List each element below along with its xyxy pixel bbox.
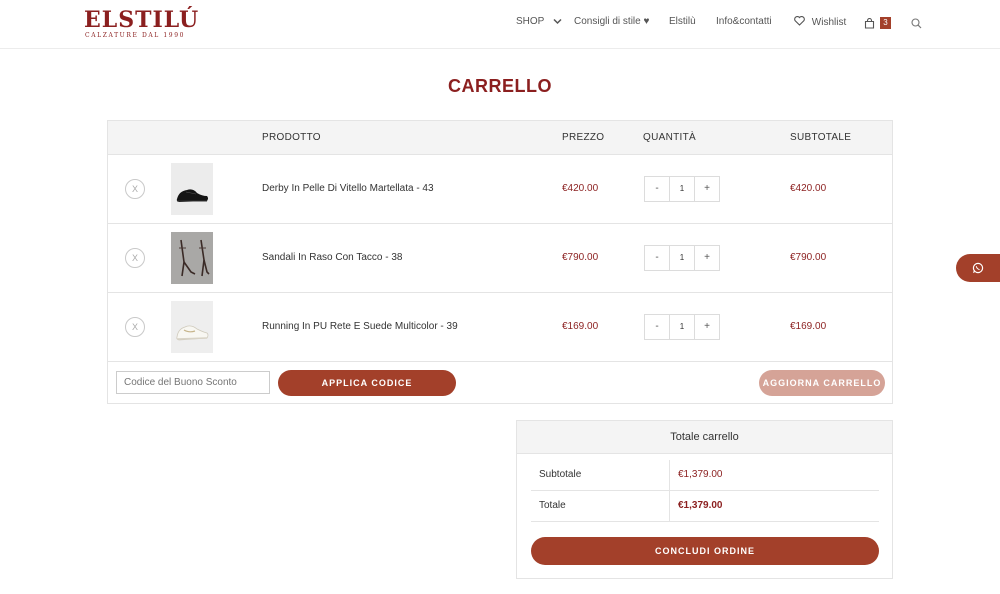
search-button[interactable] bbox=[911, 16, 923, 29]
nav-wishlist-label: Wishlist bbox=[811, 17, 847, 28]
remove-item-button[interactable]: X bbox=[125, 248, 145, 268]
line-subtotal: €169.00 bbox=[790, 321, 827, 332]
line-subtotal: €420.00 bbox=[790, 183, 827, 194]
cart-table-header: PRODOTTO PREZZO QUANTITÀ SUBTOTALE bbox=[108, 121, 892, 155]
nav-consigli-di-stile[interactable]: Consigli di stile ♥ bbox=[574, 16, 649, 27]
cart-row: X Running In PU Rete E Suede Multicolor … bbox=[108, 293, 892, 362]
cart-row: X Sandali In Raso Con Tacco - 38 €790.00… bbox=[108, 224, 892, 293]
total-label: Totale bbox=[539, 500, 566, 511]
nav-info-label: Info&contatti bbox=[716, 16, 772, 27]
quantity-stepper: - 1 + bbox=[644, 314, 720, 340]
nav-wishlist[interactable]: Wishlist bbox=[794, 15, 847, 28]
quantity-decrease-button[interactable]: - bbox=[645, 315, 670, 339]
quantity-decrease-button[interactable]: - bbox=[645, 177, 670, 201]
quantity-stepper: - 1 + bbox=[644, 176, 720, 202]
nav-info-contatti[interactable]: Info&contatti bbox=[716, 16, 772, 27]
quantity-input[interactable]: 1 bbox=[670, 246, 694, 270]
chevron-down-icon bbox=[553, 18, 562, 24]
cart-link[interactable] bbox=[864, 16, 876, 29]
cart-totals-title: Totale carrello bbox=[517, 421, 892, 454]
coupon-code-input[interactable] bbox=[116, 371, 270, 394]
site-logo[interactable]: ELSTILÚ CALZATURE DAL 1990 bbox=[84, 7, 200, 40]
totals-row-subtotal: Subtotale €1,379.00 bbox=[531, 460, 879, 491]
site-header: ELSTILÚ CALZATURE DAL 1990 SHOP Consigli… bbox=[0, 0, 1000, 49]
quantity-increase-button[interactable]: + bbox=[694, 315, 719, 339]
product-image bbox=[171, 301, 213, 353]
checkout-button[interactable]: CONCLUDI ORDINE bbox=[531, 537, 879, 565]
quantity-decrease-button[interactable]: - bbox=[645, 246, 670, 270]
nav-elstilu-label: Elstilù bbox=[669, 16, 696, 27]
nav-consigli-label: Consigli di stile ♥ bbox=[574, 16, 650, 27]
quantity-increase-button[interactable]: + bbox=[694, 246, 719, 270]
remove-item-button[interactable]: X bbox=[125, 179, 145, 199]
shopping-bag-icon bbox=[864, 17, 875, 29]
column-subtotal: SUBTOTALE bbox=[790, 132, 852, 143]
nav-shop-label: SHOP bbox=[516, 16, 545, 27]
update-cart-button[interactable]: AGGIORNA CARRELLO bbox=[759, 370, 885, 396]
product-price: €420.00 bbox=[562, 183, 599, 194]
product-price: €790.00 bbox=[562, 252, 599, 263]
product-image bbox=[171, 232, 213, 284]
product-thumbnail-running[interactable] bbox=[171, 301, 213, 353]
heart-icon bbox=[794, 15, 805, 26]
cart-row: X Derby In Pelle Di Vitello Martellata -… bbox=[108, 155, 892, 224]
product-thumbnail-derby[interactable] bbox=[171, 163, 213, 215]
totals-row-total: Totale €1,379.00 bbox=[531, 491, 879, 522]
product-name[interactable]: Running In PU Rete E Suede Multicolor - … bbox=[262, 321, 458, 332]
product-name[interactable]: Sandali In Raso Con Tacco - 38 bbox=[262, 252, 402, 263]
whatsapp-icon bbox=[972, 262, 984, 274]
apply-coupon-button[interactable]: APPLICA CODICE PROMOZIONALE bbox=[278, 370, 456, 414]
logo-tagline: CALZATURE DAL 1990 bbox=[85, 32, 186, 39]
remove-item-button[interactable]: X bbox=[125, 317, 145, 337]
page-title: CARRELLO bbox=[448, 76, 552, 96]
product-image bbox=[171, 163, 213, 215]
column-price: PREZZO bbox=[562, 132, 605, 143]
cart-table: PRODOTTO PREZZO QUANTITÀ SUBTOTALE X Der… bbox=[107, 120, 893, 414]
line-subtotal: €790.00 bbox=[790, 252, 827, 263]
logo-text: ELSTILÚ bbox=[84, 7, 200, 33]
cart-actions: APPLICA CODICE PROMOZIONALE AGGIORNA CAR… bbox=[108, 362, 892, 414]
column-divider bbox=[669, 460, 670, 491]
nav-shop[interactable]: SHOP bbox=[516, 16, 562, 27]
quantity-input[interactable]: 1 bbox=[670, 315, 694, 339]
column-divider bbox=[669, 491, 670, 522]
column-quantity: QUANTITÀ bbox=[643, 132, 696, 143]
column-product: PRODOTTO bbox=[262, 132, 321, 143]
subtotal-value: €1,379.00 bbox=[678, 469, 723, 480]
product-price: €169.00 bbox=[562, 321, 599, 332]
subtotal-label: Subtotale bbox=[539, 469, 582, 480]
nav-elstilu[interactable]: Elstilù bbox=[669, 16, 696, 27]
search-icon bbox=[911, 18, 922, 29]
product-name[interactable]: Derby In Pelle Di Vitello Martellata - 4… bbox=[262, 183, 434, 194]
cart-totals: Totale carrello Subtotale €1,379.00 Tota… bbox=[516, 420, 893, 579]
cart-count-badge: 3 bbox=[880, 17, 891, 29]
total-value: €1,379.00 bbox=[678, 500, 723, 511]
whatsapp-button[interactable] bbox=[956, 254, 1000, 282]
quantity-increase-button[interactable]: + bbox=[694, 177, 719, 201]
product-thumbnail-sandali[interactable] bbox=[171, 232, 213, 284]
quantity-stepper: - 1 + bbox=[644, 245, 720, 271]
quantity-input[interactable]: 1 bbox=[670, 177, 694, 201]
